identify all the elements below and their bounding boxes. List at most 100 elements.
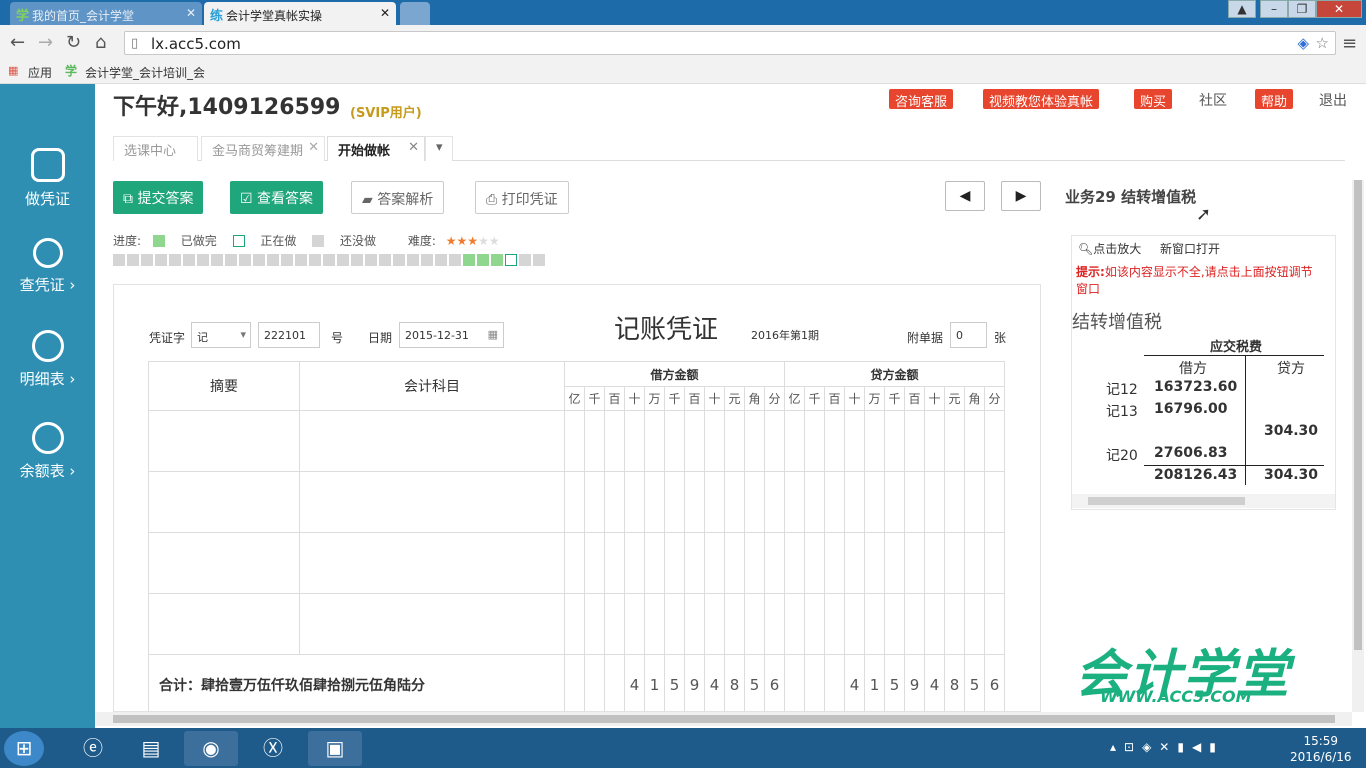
zoom-button[interactable]: 🔍︎点击放大: [1078, 240, 1141, 257]
amount-cell[interactable]: [644, 593, 665, 655]
print-voucher-button[interactable]: ⎙ 打印凭证: [475, 181, 569, 214]
amount-cell[interactable]: [704, 532, 725, 594]
entry-row[interactable]: [148, 410, 1005, 472]
summary-cell[interactable]: [148, 471, 300, 533]
amount-cell[interactable]: [564, 410, 585, 472]
amount-cell[interactable]: [924, 593, 945, 655]
progress-cell[interactable]: [519, 254, 531, 266]
amount-cell[interactable]: [824, 410, 845, 472]
amount-cell[interactable]: [944, 410, 965, 472]
amount-cell[interactable]: [724, 593, 745, 655]
amount-cell[interactable]: [564, 532, 585, 594]
amount-cell[interactable]: [584, 593, 605, 655]
amount-cell[interactable]: [984, 593, 1005, 655]
summary-cell[interactable]: [148, 532, 300, 594]
star-icon[interactable]: ☆: [1316, 34, 1329, 52]
browser-tab-practice[interactable]: 练 会计学堂真帐实操 ✕: [204, 2, 396, 25]
amount-cell[interactable]: [824, 593, 845, 655]
account-cell[interactable]: [299, 532, 565, 594]
amount-cell[interactable]: [944, 532, 965, 594]
progress-cell[interactable]: [267, 254, 279, 266]
amount-cell[interactable]: [864, 471, 885, 533]
progress-cell[interactable]: [141, 254, 153, 266]
submit-answer-button[interactable]: ⧉ 提交答案: [113, 181, 204, 214]
amount-cell[interactable]: [784, 471, 805, 533]
account-cell[interactable]: [299, 593, 565, 655]
progress-cell[interactable]: [155, 254, 167, 266]
bookmark-apps[interactable]: 应用: [28, 64, 52, 81]
buy-button[interactable]: 购买: [1134, 89, 1173, 110]
amount-cell[interactable]: [684, 532, 705, 594]
amount-cell[interactable]: [804, 593, 825, 655]
amount-cell[interactable]: [764, 471, 785, 533]
amount-cell[interactable]: [764, 593, 785, 655]
progress-cell[interactable]: [365, 254, 377, 266]
explorer-icon[interactable]: ▤: [124, 731, 178, 766]
new-tab-button[interactable]: [400, 2, 430, 25]
progress-cell[interactable]: [309, 254, 321, 266]
amount-cell[interactable]: [684, 593, 705, 655]
summary-cell[interactable]: [148, 410, 300, 472]
progress-cell[interactable]: [393, 254, 405, 266]
tab-start[interactable]: 开始做帐 ✕: [327, 136, 425, 161]
amount-cell[interactable]: [724, 471, 745, 533]
amount-cell[interactable]: [664, 410, 685, 472]
voucher-type-select[interactable]: 记 ▾: [191, 322, 251, 348]
browser-tab-home[interactable]: 学 我的首页_会计学堂 ✕: [10, 2, 202, 25]
tab-course-center[interactable]: 选课中心: [113, 136, 198, 161]
amount-cell[interactable]: [964, 593, 985, 655]
amount-cell[interactable]: [804, 471, 825, 533]
progress-cell[interactable]: [295, 254, 307, 266]
community-link[interactable]: 社区: [1199, 90, 1227, 110]
amount-cell[interactable]: [864, 532, 885, 594]
amount-cell[interactable]: [904, 532, 925, 594]
amount-cell[interactable]: [644, 532, 665, 594]
progress-cell[interactable]: [281, 254, 293, 266]
amount-cell[interactable]: [604, 410, 625, 472]
progress-cell[interactable]: [379, 254, 391, 266]
amount-cell[interactable]: [984, 410, 1005, 472]
amount-cell[interactable]: [624, 532, 645, 594]
amount-cell[interactable]: [844, 471, 865, 533]
chevron-down-icon[interactable]: ▾: [425, 136, 453, 161]
close-icon[interactable]: ✕: [186, 6, 196, 20]
amount-cell[interactable]: [924, 532, 945, 594]
shield-icon[interactable]: ◈: [1297, 34, 1309, 52]
help-button[interactable]: 帮助: [1255, 89, 1294, 110]
amount-cell[interactable]: [684, 471, 705, 533]
amount-cell[interactable]: [904, 593, 925, 655]
amount-cell[interactable]: [884, 410, 905, 472]
address-bar[interactable]: ▯ lx.acc5.com ◈ ☆: [124, 31, 1336, 55]
amount-cell[interactable]: [704, 410, 725, 472]
page-hscroll[interactable]: [95, 712, 1352, 726]
amount-cell[interactable]: [944, 593, 965, 655]
amount-cell[interactable]: [784, 593, 805, 655]
entry-row[interactable]: [148, 532, 1005, 594]
amount-cell[interactable]: [904, 471, 925, 533]
amount-cell[interactable]: [644, 471, 665, 533]
amount-cell[interactable]: [904, 410, 925, 472]
amount-cell[interactable]: [664, 471, 685, 533]
back-icon[interactable]: ←: [10, 32, 25, 53]
tab-company[interactable]: 金马商贸筹建期 ✕: [201, 136, 325, 161]
reload-icon[interactable]: ↻: [66, 32, 81, 53]
sidebar-item-balance[interactable]: 余额表 ›: [0, 422, 95, 481]
amount-cell[interactable]: [604, 471, 625, 533]
progress-cell[interactable]: [323, 254, 335, 266]
video-button[interactable]: 视频教您体验真帐: [983, 89, 1100, 110]
amount-cell[interactable]: [624, 410, 645, 472]
close-icon[interactable]: ✕: [308, 140, 319, 155]
attach-input[interactable]: 0: [950, 322, 987, 348]
amount-cell[interactable]: [844, 532, 865, 594]
sidebar-item-search-voucher[interactable]: 查凭证 ›: [0, 238, 95, 295]
excel-icon[interactable]: Ⓧ: [246, 731, 300, 766]
progress-cell[interactable]: [183, 254, 195, 266]
progress-cell[interactable]: [253, 254, 265, 266]
amount-cell[interactable]: [944, 471, 965, 533]
amount-cell[interactable]: [764, 410, 785, 472]
amount-cell[interactable]: [584, 471, 605, 533]
amount-cell[interactable]: [784, 532, 805, 594]
amount-cell[interactable]: [624, 471, 645, 533]
amount-cell[interactable]: [984, 471, 1005, 533]
amount-cell[interactable]: [604, 532, 625, 594]
